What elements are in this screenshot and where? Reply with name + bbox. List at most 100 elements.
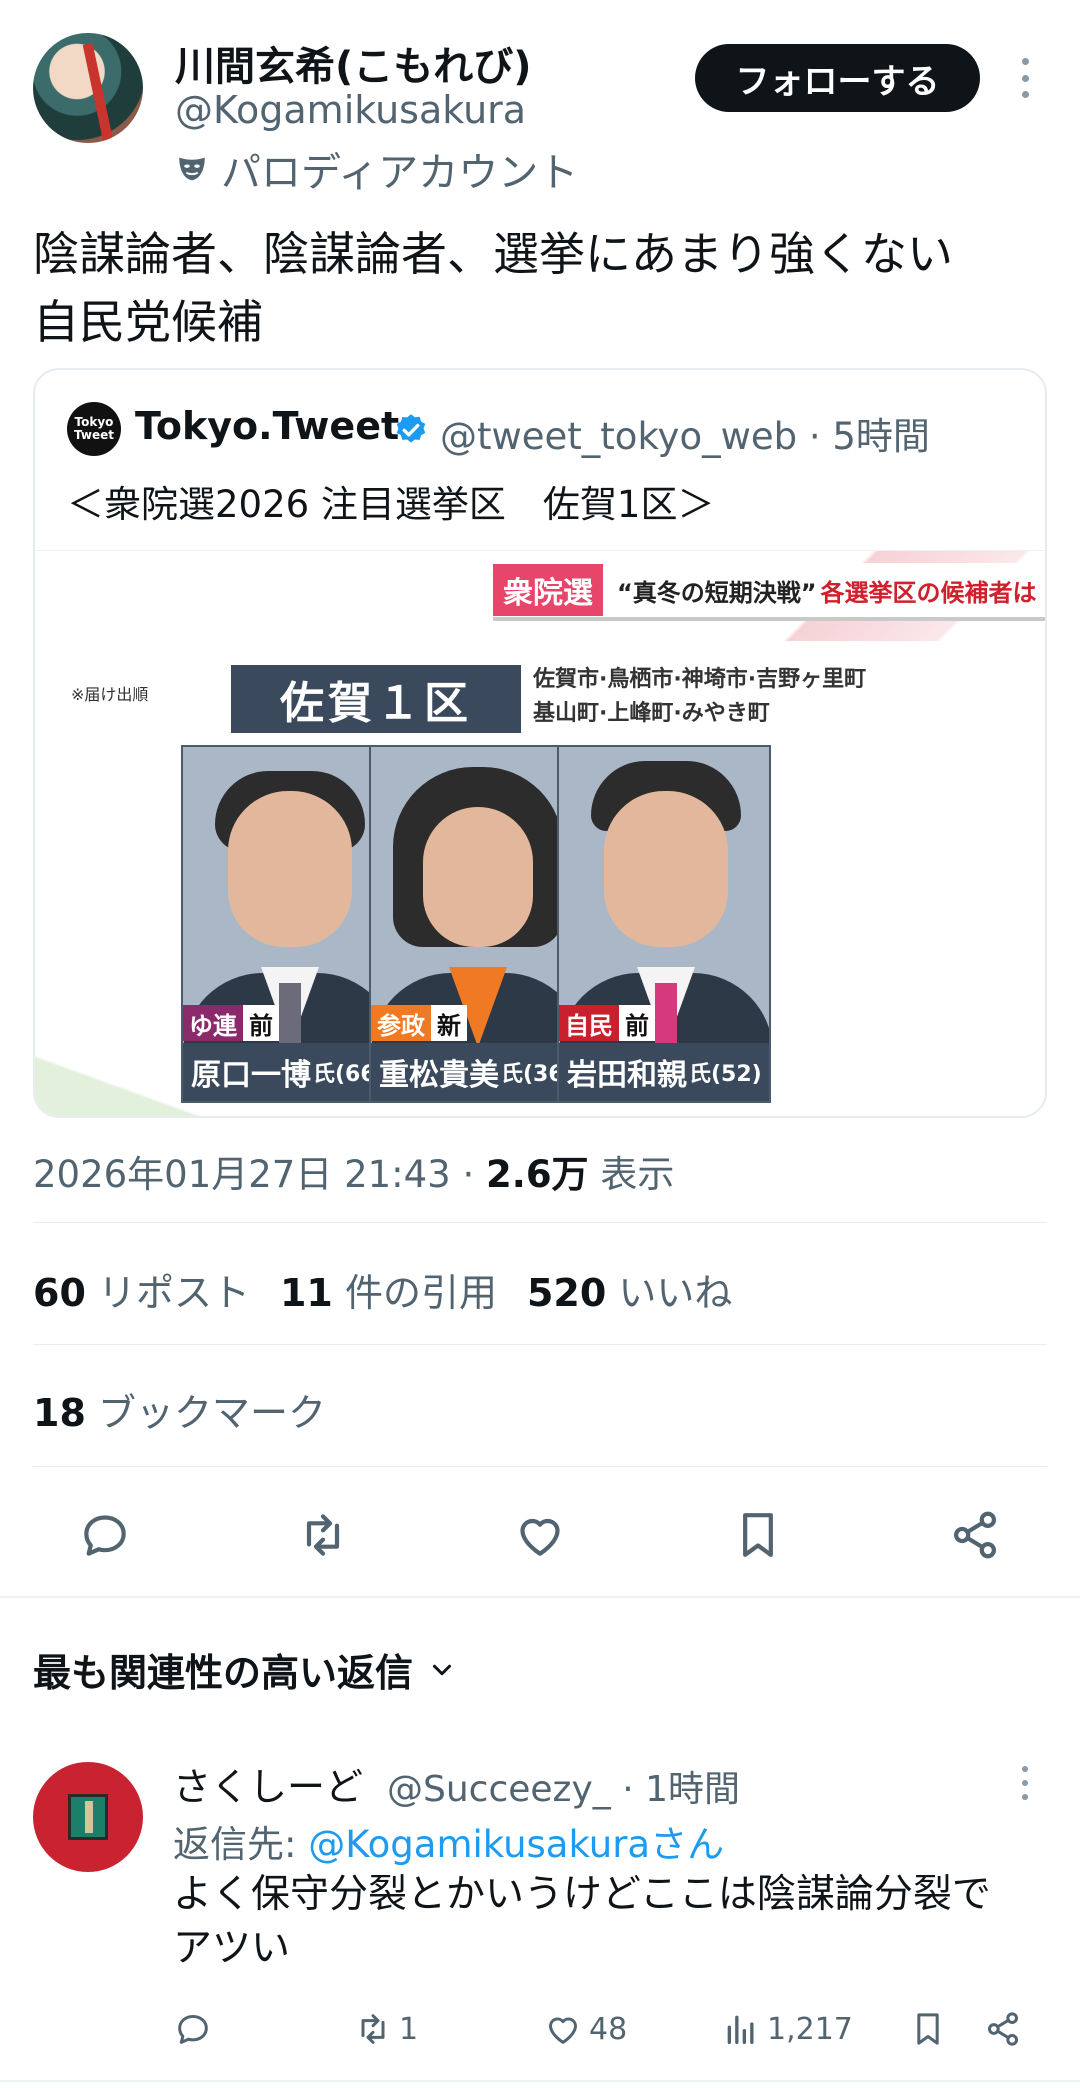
divider xyxy=(33,1466,1047,1467)
reply-text-line: よく保守分裂とかいうけどここは陰謀論分裂で xyxy=(173,1872,991,1917)
divider xyxy=(33,1344,1047,1345)
author-display-name[interactable]: 川間玄希(こもれび) xyxy=(175,34,532,92)
likes-label: いいね xyxy=(606,1271,733,1315)
replies-sort-selector[interactable]: 最も関連性の高い返信 xyxy=(33,1642,457,1697)
follow-button[interactable]: フォローする xyxy=(695,44,980,112)
verified-badge-icon xyxy=(396,414,426,443)
tweet-action-bar xyxy=(33,1500,1047,1570)
candidate-party: 自民 xyxy=(559,1005,619,1041)
candidate-name-text: 岩田和親 xyxy=(567,1058,687,1093)
reply-to-link[interactable]: @Kogamikusakuraさん xyxy=(308,1823,724,1866)
reply-retweet-count: 1 xyxy=(399,2011,419,2047)
reply-avatar[interactable] xyxy=(33,1762,143,1872)
reply-to-line: 返信先: @Kogamikusakuraさん xyxy=(173,1814,724,1868)
bookmarks-stat[interactable]: 18 ブックマーク xyxy=(33,1382,326,1437)
candidate-name-text: 重松貴美 xyxy=(379,1058,499,1093)
quoted-tweet-card[interactable]: Tokyo Tweet Tokyo.Tweet @tweet_tokyo_web… xyxy=(33,368,1047,1118)
candidate-name: 岩田和親 氏(52) xyxy=(559,1043,769,1101)
reply-handle-time: @Succeezy_ · 1時間 xyxy=(387,1769,740,1810)
candidate-card: 参政 新 重松貴美 氏(36) xyxy=(369,745,583,1103)
reply-share-button[interactable] xyxy=(983,2009,1023,2049)
reply-retweet-button[interactable]: 1 xyxy=(353,2009,418,2049)
reply-to-label: 返信先: xyxy=(173,1823,309,1866)
quoted-avatar[interactable]: Tokyo Tweet xyxy=(67,402,121,456)
author-handle[interactable]: @Kogamikusakura xyxy=(175,88,526,132)
quoted-display-name: Tokyo.Tweet xyxy=(135,404,400,448)
bookmarks-count: 18 xyxy=(33,1391,86,1435)
likes-stat[interactable]: 520 いいね xyxy=(527,1271,732,1315)
reply-reply-button[interactable] xyxy=(173,2009,213,2049)
reply-action-bar: 1 48 1,217 xyxy=(173,2004,1043,2054)
reposts-stat[interactable]: 60 リポスト xyxy=(33,1271,250,1315)
candidate-status: 新 xyxy=(431,1005,467,1041)
reply-icon xyxy=(178,2015,208,2044)
banner-sub1: “真冬の短期決戦” xyxy=(617,578,817,607)
cities-line: 基山町·上峰町·みやき町 xyxy=(533,701,770,726)
quoted-handle-time: @tweet_tokyo_web · 5時間 xyxy=(440,415,930,458)
bookmarks-label: ブックマーク xyxy=(85,1391,326,1435)
share-icon[interactable] xyxy=(947,1507,1003,1563)
retweet-icon[interactable] xyxy=(295,1507,351,1563)
bookmark-icon[interactable] xyxy=(730,1507,786,1563)
parody-mask-icon xyxy=(179,157,205,181)
bookmark-icon xyxy=(917,2013,939,2045)
timestamp-separator: · xyxy=(450,1153,487,1196)
parody-label: パロディアカウント xyxy=(175,140,578,198)
candidate-status: 前 xyxy=(243,1005,279,1041)
parody-text: パロディアカウント xyxy=(221,150,579,196)
tweet-text-line: 自民党候補 xyxy=(33,295,263,349)
views-chart-icon xyxy=(727,2015,754,2044)
banner-tag: 衆院選 xyxy=(493,564,603,616)
reply-text-line: アツい xyxy=(173,1926,291,1971)
chevron-down-icon xyxy=(433,1664,452,1675)
likes-count: 520 xyxy=(526,1271,607,1315)
candidate-age: 氏(52) xyxy=(689,1062,762,1087)
district-label: 佐賀１区 xyxy=(231,665,521,733)
reply-bookmark-button[interactable] xyxy=(908,2009,948,2049)
timestamp-datetime: 2026年01月27日 21:43 xyxy=(33,1153,451,1196)
district-cities: 佐賀市·鳥栖市·神埼市·吉野ヶ里町 基山町·上峰町·みやき町 xyxy=(533,663,866,731)
news-banner: 衆院選 “真冬の短期決戦” 各選挙区の候補者は xyxy=(493,563,1045,621)
replies-sort-label: 最も関連性の高い返信 xyxy=(33,1651,414,1695)
quoted-image[interactable]: 衆院選 “真冬の短期決戦” 各選挙区の候補者は ※届け出順 佐賀１区 佐賀市·鳥… xyxy=(35,550,1045,1116)
views-label: 表示 xyxy=(588,1153,675,1196)
engagement-stats: 60 リポスト 11 件の引用 520 いいね xyxy=(33,1262,732,1317)
candidate-card: ゆ連 前 原口一博 氏(66) xyxy=(181,745,395,1103)
reposts-label: リポスト xyxy=(85,1271,250,1315)
quoted-text: ＜衆院選2026 注目選挙区 佐賀1区＞ xyxy=(67,483,715,526)
reply-icon[interactable] xyxy=(77,1507,133,1563)
tweet-text-line: 陰謀論者、陰謀論者、選挙にあまり強くない xyxy=(33,227,953,281)
tweet-text: 陰謀論者、陰謀論者、選挙にあまり強くない 自民党候補 xyxy=(33,220,1053,356)
candidate-party: 参政 xyxy=(371,1005,431,1041)
reply-more-icon[interactable] xyxy=(1018,1766,1032,1800)
image-note: ※届け出順 xyxy=(71,685,149,704)
banner-sub2: 各選挙区の候補者は xyxy=(820,578,1037,607)
reply-views-button[interactable]: 1,217 xyxy=(721,2009,853,2049)
divider xyxy=(33,1222,1047,1223)
reply-like-button[interactable]: 48 xyxy=(543,2009,627,2049)
like-icon xyxy=(549,2017,577,2044)
candidate-party: ゆ連 xyxy=(183,1005,243,1041)
reposts-count: 60 xyxy=(33,1271,86,1315)
reply-display-name[interactable]: さくしーど xyxy=(173,1756,363,1811)
section-divider xyxy=(0,2080,1080,2082)
like-icon[interactable] xyxy=(512,1507,568,1563)
candidate-name: 原口一博 氏(66) xyxy=(183,1043,393,1101)
section-divider xyxy=(0,1596,1080,1598)
reply-text: よく保守分裂とかいうけどここは陰謀論分裂で アツい xyxy=(173,1868,1053,1976)
share-icon xyxy=(988,2012,1018,2046)
reply-like-count: 48 xyxy=(589,2011,628,2047)
cities-line: 佐賀市·鳥栖市·神埼市·吉野ヶ里町 xyxy=(533,667,867,692)
views-count: 2.6万 xyxy=(486,1153,589,1196)
quotes-label: 件の引用 xyxy=(332,1271,497,1315)
more-options-icon[interactable] xyxy=(1010,58,1040,98)
candidate-card: 自民 前 岩田和親 氏(52) xyxy=(557,745,771,1103)
author-avatar[interactable] xyxy=(33,33,143,143)
tweet-timestamp[interactable]: 2026年01月27日 21:43 · 2.6万 表示 xyxy=(33,1144,674,1198)
quotes-count: 11 xyxy=(279,1271,333,1315)
candidate-name-text: 原口一博 xyxy=(191,1058,311,1093)
reply-views-count: 1,217 xyxy=(767,2011,853,2047)
candidate-name: 重松貴美 氏(36) xyxy=(371,1043,581,1101)
quotes-stat[interactable]: 11 件の引用 xyxy=(280,1271,497,1315)
candidate-status: 前 xyxy=(619,1005,655,1041)
